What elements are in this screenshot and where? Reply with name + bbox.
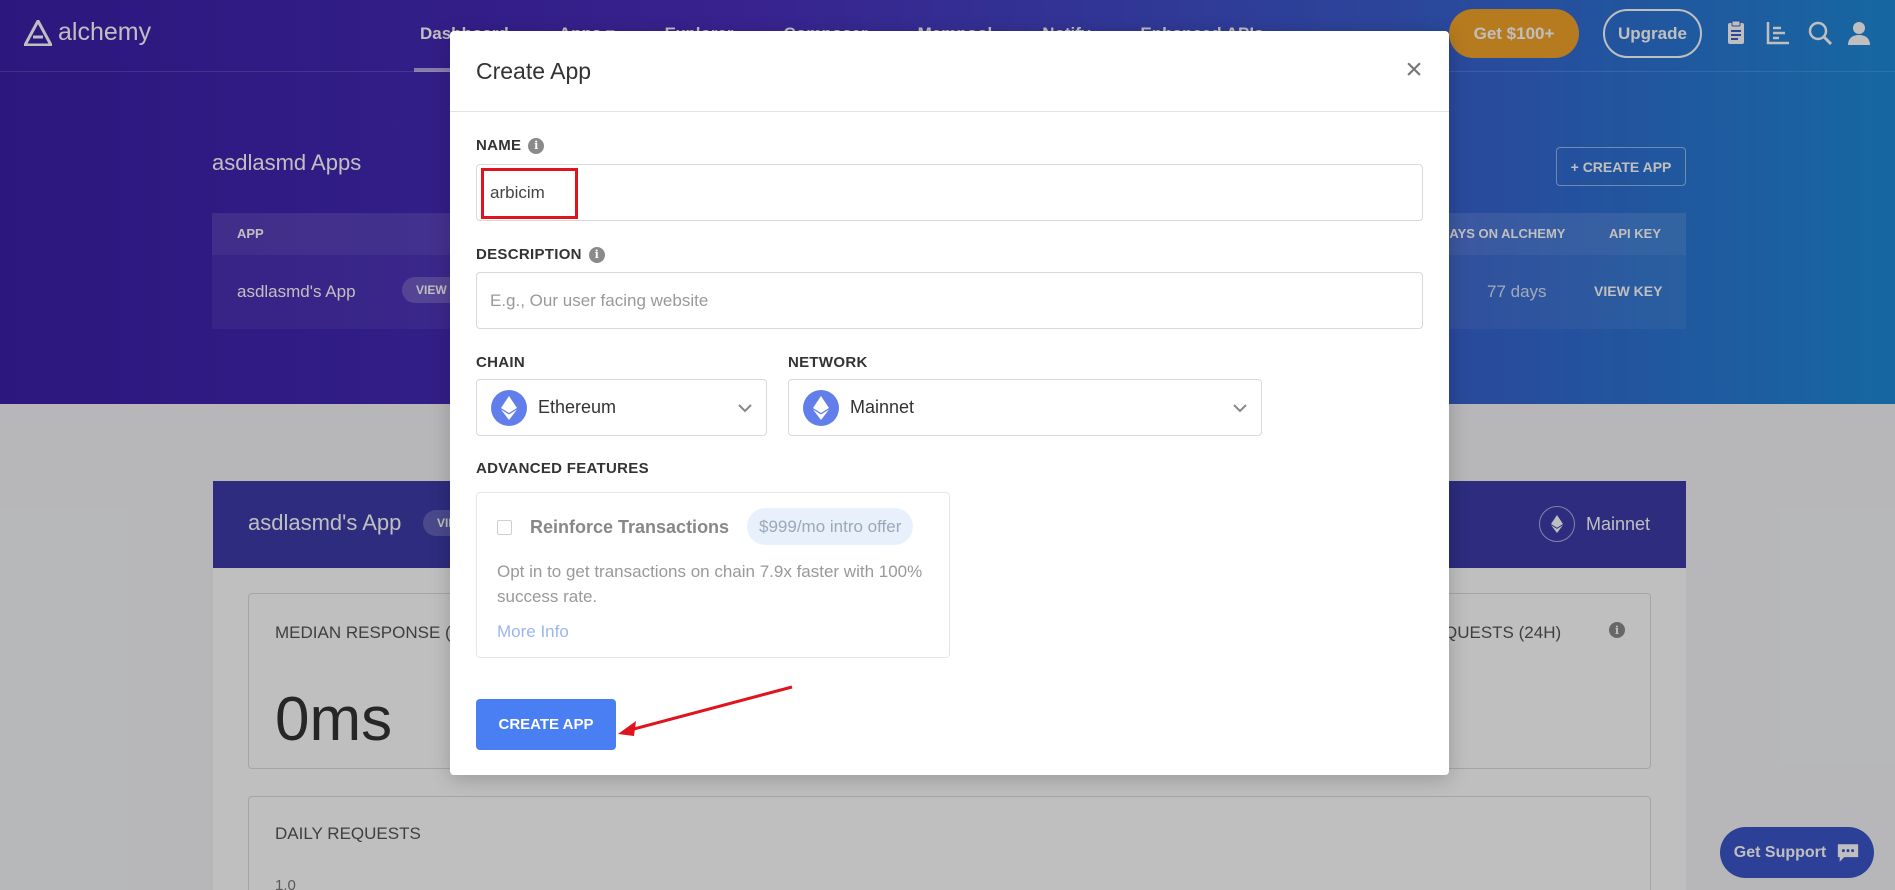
name-input[interactable]: arbicim <box>476 164 1423 221</box>
chevron-down-icon <box>738 403 752 412</box>
chain-select[interactable]: Ethereum <box>476 379 767 436</box>
reinforce-transactions-description: Opt in to get transactions on chain 7.9x… <box>497 562 923 606</box>
description-label: DESCRIPTION i <box>476 246 605 263</box>
reinforce-transactions-title: Reinforce Transactions <box>530 517 730 537</box>
description-info-icon[interactable]: i <box>588 246 605 263</box>
reinforce-transactions-checkbox[interactable] <box>497 520 512 535</box>
chevron-down-icon <box>1233 403 1247 412</box>
chain-label: CHAIN <box>476 354 525 371</box>
reinforce-transactions-card: Reinforce Transactions $999/mo intro off… <box>476 492 950 658</box>
more-info-link[interactable]: More Info <box>497 622 569 642</box>
create-app-modal: Create App × NAME i arbicim DESCRIPTION … <box>450 31 1449 775</box>
annotation-highlight-box <box>481 168 578 219</box>
advanced-features-label: ADVANCED FEATURES <box>476 460 649 477</box>
network-label: NETWORK <box>788 354 868 371</box>
description-input[interactable]: E.g., Our user facing website <box>476 272 1423 329</box>
description-label-text: DESCRIPTION <box>476 246 582 263</box>
annotation-arrow-icon <box>618 685 793 736</box>
create-app-button[interactable]: CREATE APP <box>476 699 616 750</box>
name-info-icon[interactable]: i <box>528 137 545 154</box>
ethereum-icon <box>803 389 839 426</box>
name-label-text: NAME <box>476 137 522 154</box>
chain-label-text: CHAIN <box>476 354 525 371</box>
modal-header: Create App × <box>450 31 1449 112</box>
price-badge: $999/mo intro offer <box>747 508 914 545</box>
advanced-features-label-text: ADVANCED FEATURES <box>476 460 649 477</box>
description-placeholder: E.g., Our user facing website <box>490 290 709 310</box>
name-label: NAME i <box>476 137 545 154</box>
network-label-text: NETWORK <box>788 354 868 371</box>
modal-title: Create App <box>476 58 592 84</box>
network-select-value: Mainnet <box>850 397 915 417</box>
close-icon[interactable]: × <box>1401 55 1427 85</box>
chain-select-value: Ethereum <box>538 397 617 417</box>
network-select[interactable]: Mainnet <box>788 379 1262 436</box>
ethereum-icon <box>491 389 527 426</box>
